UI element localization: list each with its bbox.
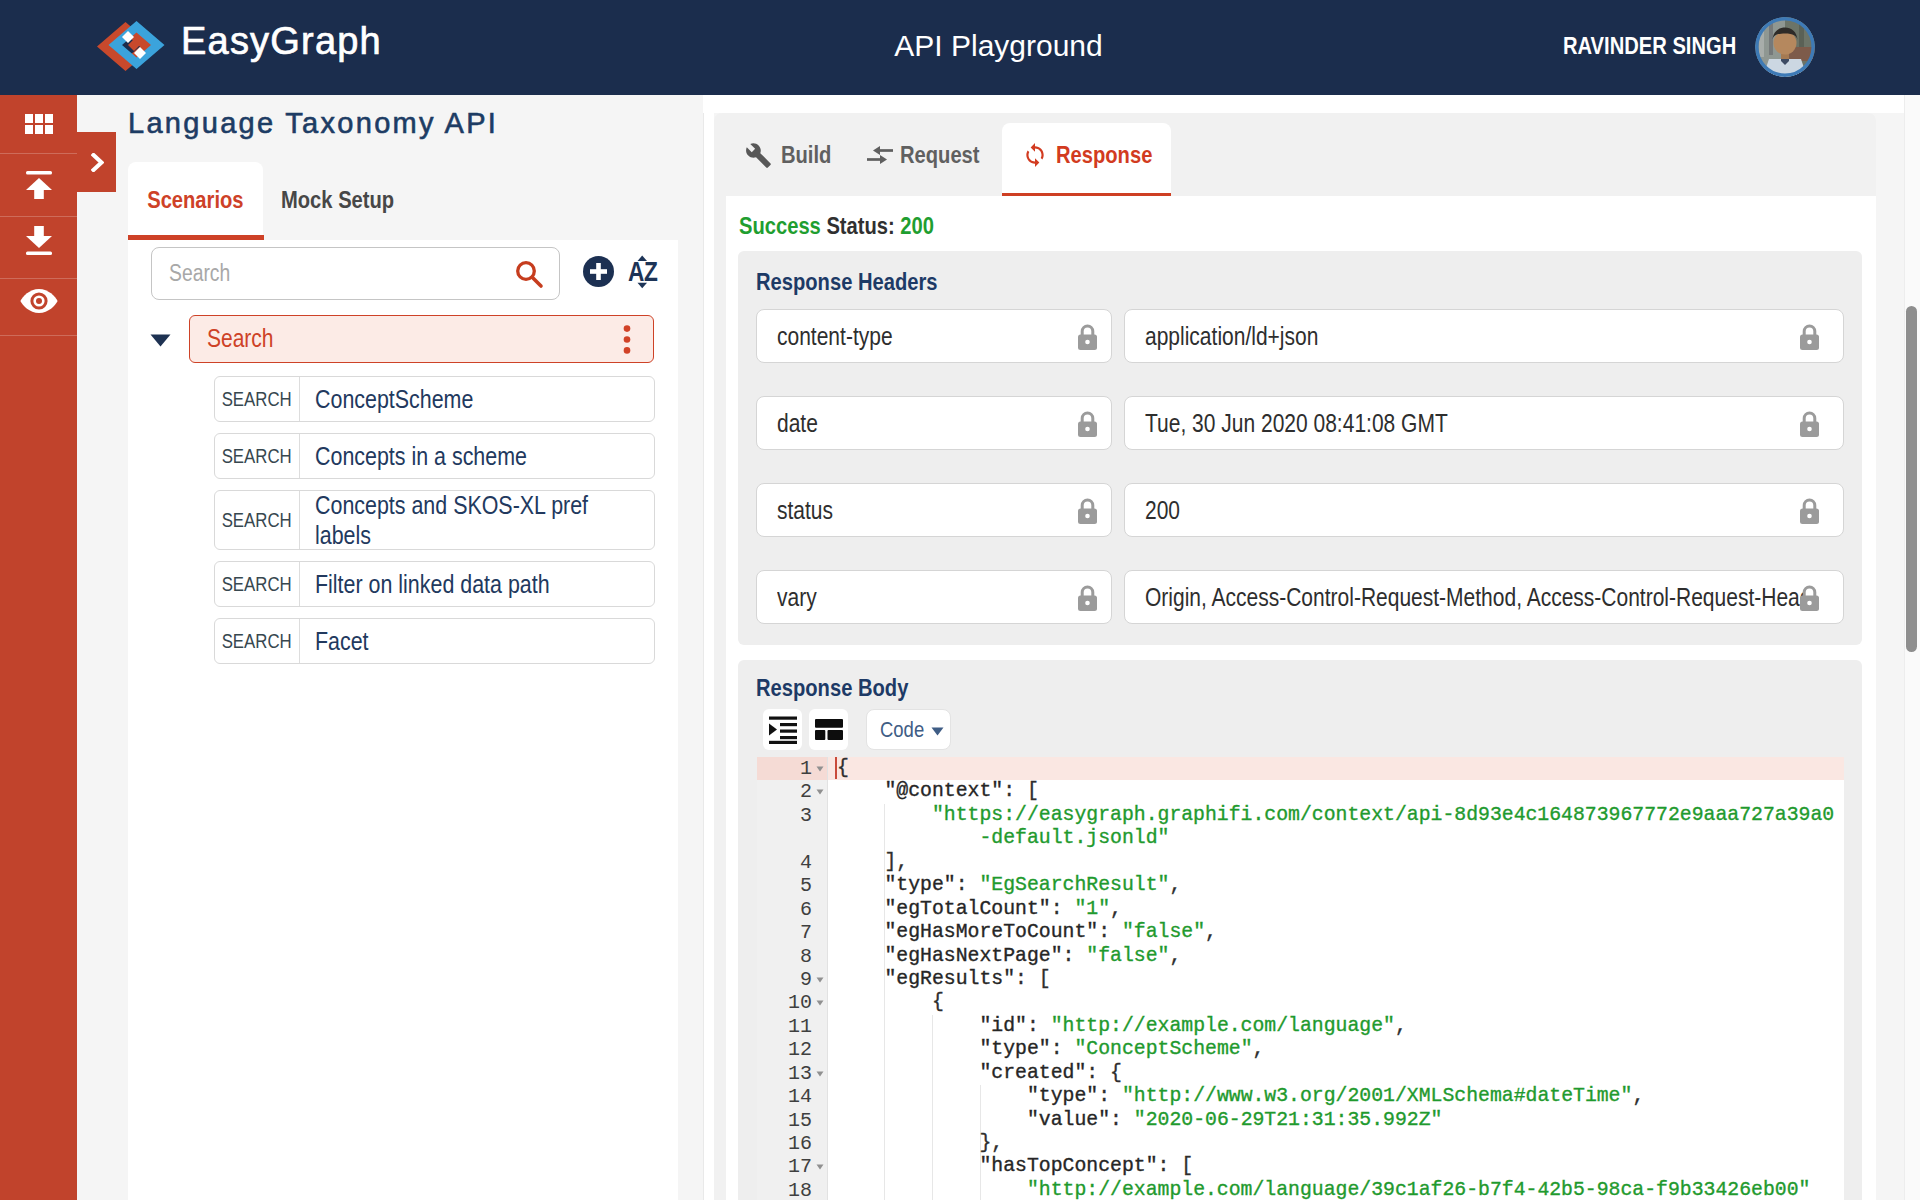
svg-text:Z: Z (644, 257, 658, 287)
